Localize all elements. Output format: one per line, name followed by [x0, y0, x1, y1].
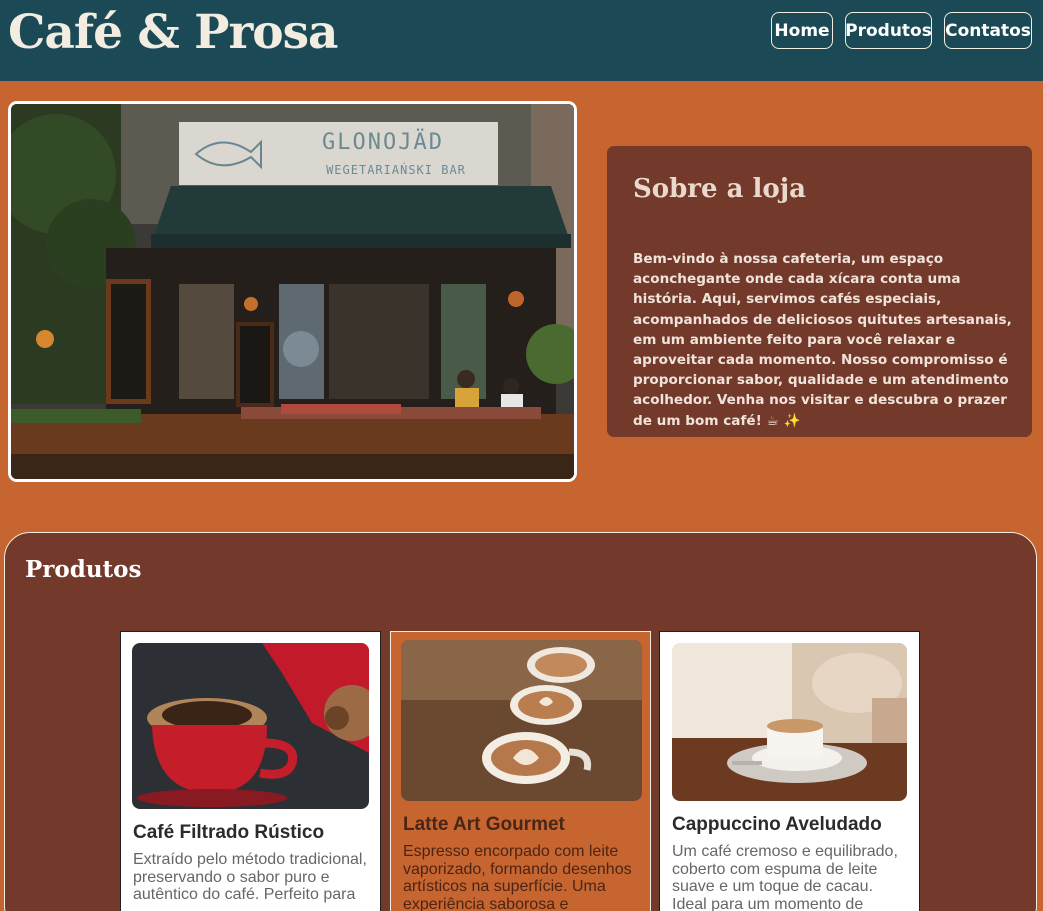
product-name: Latte Art Gourmet [403, 814, 565, 835]
storefront-illustration: GLONOJÄD WEGETARIAŃSKI BAR [11, 104, 574, 479]
product-description: Espresso encorpado com leite vaporizado,… [403, 843, 632, 911]
sign-title: GLONOJÄD [322, 129, 444, 155]
product-card[interactable]: Cappuccino Aveludado Um café cremoso e e… [659, 631, 920, 911]
product-card[interactable]: Café Filtrado Rústico Extraído pelo méto… [120, 631, 381, 911]
product-description: Um café cremoso e equilibrado, coberto c… [672, 843, 898, 911]
about-panel: Sobre a loja Bem-vindo à nossa cafeteria… [607, 146, 1032, 437]
storefront-photo: GLONOJÄD WEGETARIAŃSKI BAR [8, 101, 577, 482]
nav-contatos-button[interactable]: Contatos [944, 12, 1032, 49]
nav-produtos-button[interactable]: Produtos [845, 12, 932, 49]
nav-home-button[interactable]: Home [771, 12, 833, 49]
product-image-cappuccino [672, 643, 907, 801]
products-section: Produtos Café Filtrado Rústico Extraído … [4, 532, 1037, 911]
product-description: Extraído pelo método tradicional, preser… [133, 851, 367, 903]
product-card[interactable]: Latte Art Gourmet Espresso encorpado com… [390, 631, 651, 911]
product-image-filtered-coffee [132, 643, 369, 809]
site-header: Café & Prosa Home Produtos Contatos [0, 0, 1043, 81]
product-name: Café Filtrado Rústico [133, 822, 325, 843]
products-title: Produtos [25, 556, 142, 583]
about-text: Bem-vindo à nossa cafeteria, um espaço a… [633, 251, 1012, 429]
sign-subtitle: WEGETARIAŃSKI BAR [326, 162, 466, 177]
site-brand[interactable]: Café & Prosa [8, 5, 339, 60]
about-title: Sobre a loja [633, 174, 806, 204]
product-name: Cappuccino Aveludado [672, 814, 882, 835]
product-image-latte-art [401, 640, 642, 801]
